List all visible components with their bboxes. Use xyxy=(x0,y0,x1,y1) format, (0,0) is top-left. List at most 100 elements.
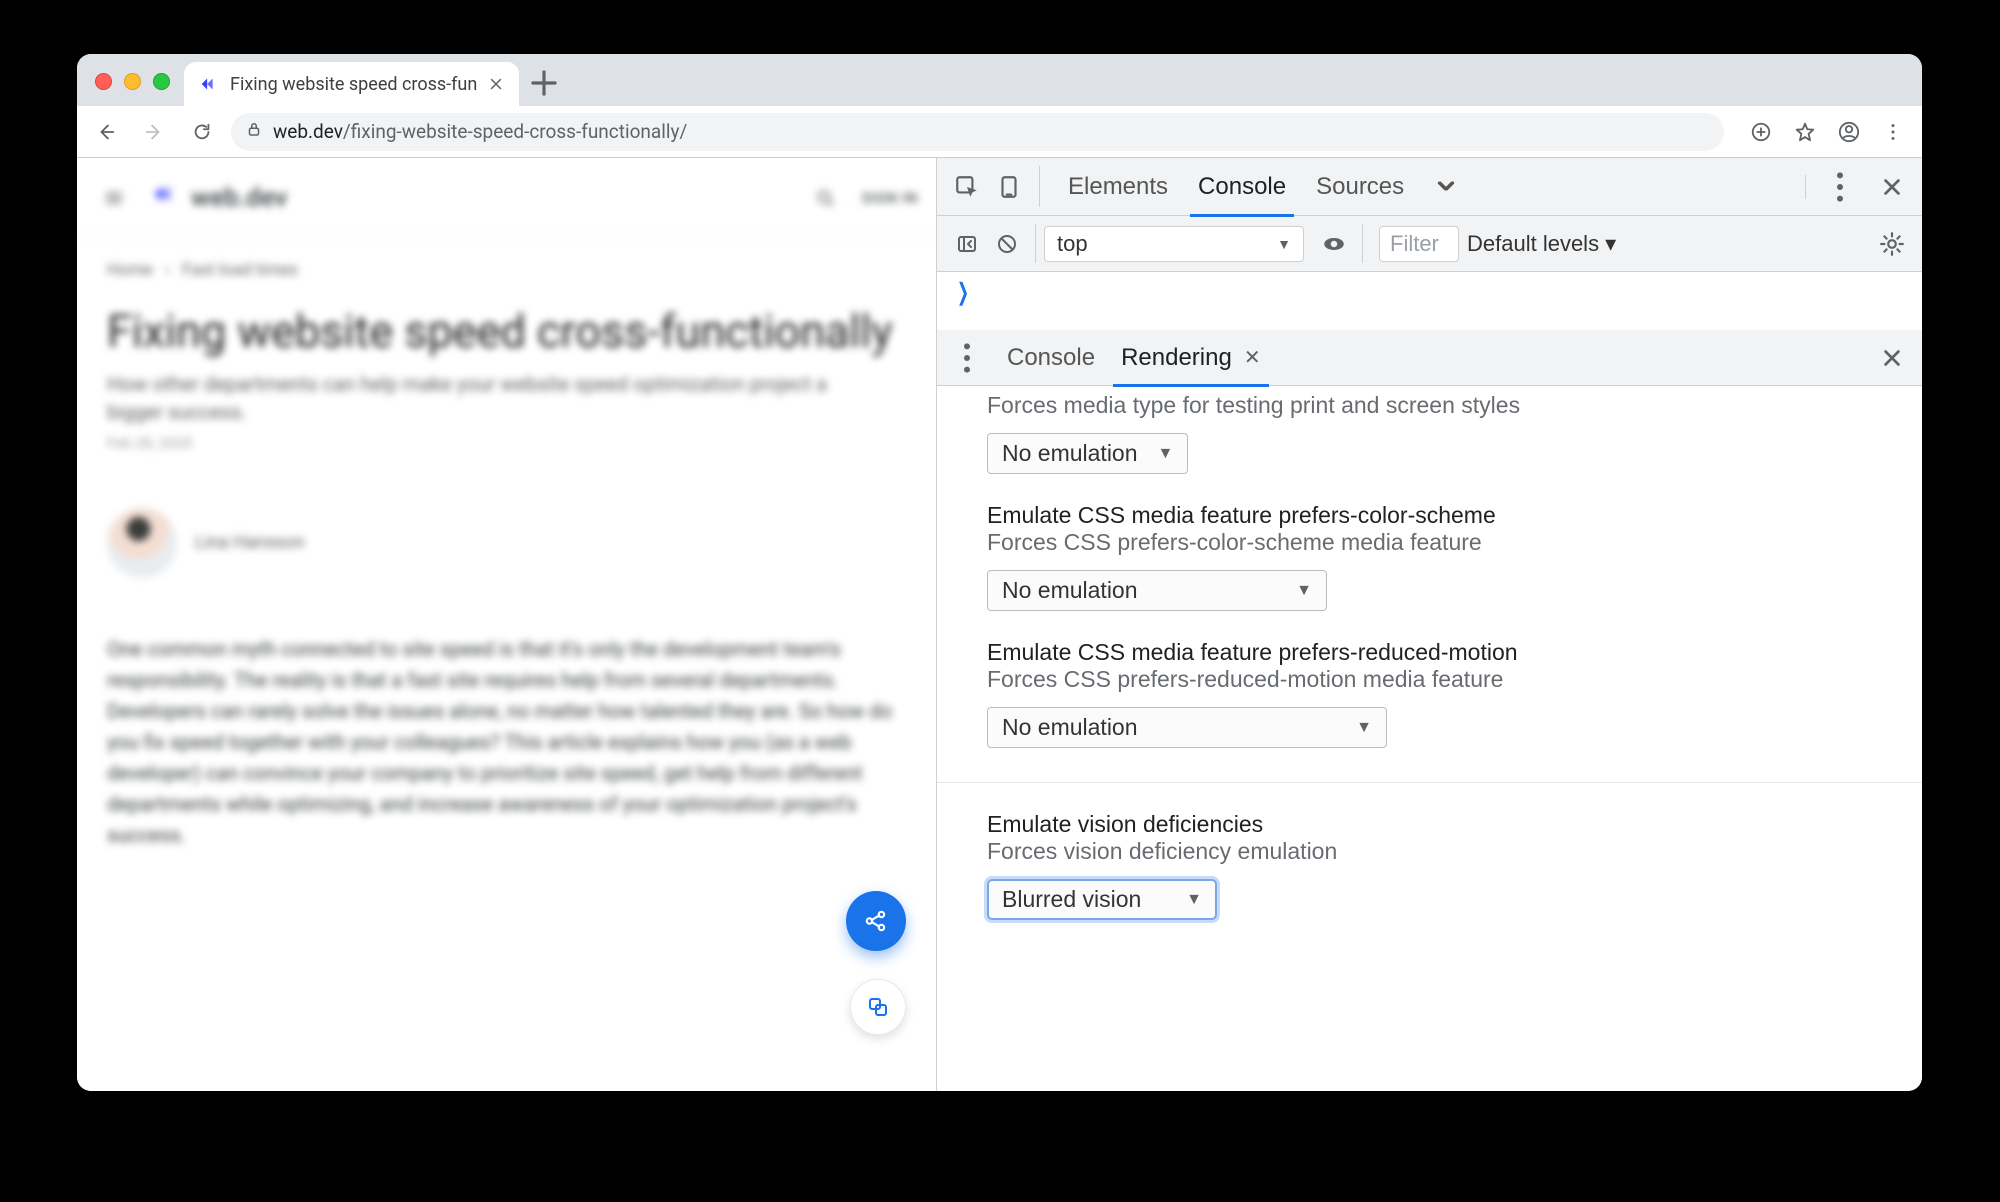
drawer-tab-rendering[interactable]: Rendering ✕ xyxy=(1121,330,1261,386)
console-prompt-icon: ❯ xyxy=(957,278,969,307)
filter-placeholder: Filter xyxy=(1390,231,1439,256)
color-scheme-value: No emulation xyxy=(1002,577,1138,604)
drawer-tab-rendering-label: Rendering xyxy=(1121,344,1232,372)
section-color-scheme: Emulate CSS media feature prefers-color-… xyxy=(987,502,1872,611)
breadcrumb-section[interactable]: Fast load times xyxy=(182,260,298,280)
forward-button[interactable] xyxy=(135,113,173,151)
media-type-desc: Forces media type for testing print and … xyxy=(987,392,1872,419)
execution-context-selector[interactable]: top ▼ xyxy=(1044,226,1304,262)
window-close-button[interactable] xyxy=(95,73,112,90)
browser-tab[interactable]: Fixing website speed cross-fun xyxy=(184,62,519,106)
page-subtitle: How other departments can help make your… xyxy=(107,370,837,426)
site-logo[interactable]: web.dev xyxy=(151,179,287,216)
devtools-close-button[interactable] xyxy=(1872,167,1912,207)
tab-close-button[interactable] xyxy=(487,75,505,93)
devtools-top-right xyxy=(1797,167,1912,207)
console-toolbar: top ▼ Filter Default levels ▾ xyxy=(937,216,1922,272)
media-type-select[interactable]: No emulation ▼ xyxy=(987,433,1188,474)
article: Fixing website speed cross-functionally … xyxy=(77,280,936,891)
console-settings-icon[interactable] xyxy=(1872,224,1912,264)
inspect-element-icon[interactable] xyxy=(947,167,987,207)
chevron-down-icon: ▼ xyxy=(1277,236,1291,252)
window-controls xyxy=(87,73,184,106)
chevron-down-icon: ▼ xyxy=(1158,445,1174,463)
lock-icon xyxy=(245,120,263,143)
section-vision-deficiencies: Emulate vision deficiencies Forces visio… xyxy=(987,811,1872,920)
search-icon[interactable] xyxy=(806,179,844,217)
install-app-icon[interactable] xyxy=(1742,113,1780,151)
tab-strip: Fixing website speed cross-fun xyxy=(77,54,1922,106)
sign-in-button[interactable]: SIGN IN xyxy=(862,189,918,207)
vision-desc: Forces vision deficiency emulation xyxy=(987,838,1872,865)
device-toolbar-icon[interactable] xyxy=(989,167,1029,207)
vision-title: Emulate vision deficiencies xyxy=(987,811,1872,838)
browser-window: Fixing website speed cross-fun web.dev/f… xyxy=(77,54,1922,1091)
drawer-tab-console[interactable]: Console xyxy=(1007,330,1095,386)
url-text: web.dev/fixing-website-speed-cross-funct… xyxy=(273,120,687,143)
article-body: One common myth connected to site speed … xyxy=(107,634,906,851)
content-split: web.dev SIGN IN Home › Fast load times F… xyxy=(77,158,1922,1091)
tab-sources[interactable]: Sources xyxy=(1316,158,1404,216)
devtools-menu-icon[interactable] xyxy=(1820,167,1860,207)
reduced-motion-desc: Forces CSS prefers-reduced-motion media … xyxy=(987,666,1872,693)
color-scheme-select[interactable]: No emulation ▼ xyxy=(987,570,1327,611)
context-label: top xyxy=(1057,231,1088,257)
reduced-motion-select[interactable]: No emulation ▼ xyxy=(987,707,1387,748)
section-reduced-motion: Emulate CSS media feature prefers-reduce… xyxy=(987,639,1872,748)
tab-console[interactable]: Console xyxy=(1198,158,1286,216)
tab-favicon xyxy=(198,73,220,95)
browser-toolbar: web.dev/fixing-website-speed-cross-funct… xyxy=(77,106,1922,158)
author-avatar xyxy=(107,508,177,578)
live-expression-icon[interactable] xyxy=(1314,224,1354,264)
translate-fab[interactable] xyxy=(850,979,906,1035)
breadcrumb-home[interactable]: Home xyxy=(107,260,153,280)
author-name: Lina Hansson xyxy=(195,532,305,553)
section-media-type: Forces media type for testing print and … xyxy=(987,392,1872,474)
console-sidebar-toggle-icon[interactable] xyxy=(947,224,987,264)
window-zoom-button[interactable] xyxy=(153,73,170,90)
clear-console-icon[interactable] xyxy=(987,224,1027,264)
breadcrumb: Home › Fast load times xyxy=(77,238,936,280)
media-type-value: No emulation xyxy=(1002,440,1138,467)
back-button[interactable] xyxy=(87,113,125,151)
drawer-tab-console-label: Console xyxy=(1007,344,1095,372)
logo-mark-icon xyxy=(151,179,181,216)
tab-overflow[interactable] xyxy=(1434,158,1458,216)
bookmark-star-icon[interactable] xyxy=(1786,113,1824,151)
devtools-top-toolbar: Elements Console Sources xyxy=(937,158,1922,216)
vision-select[interactable]: Blurred vision ▼ xyxy=(987,879,1217,920)
address-bar[interactable]: web.dev/fixing-website-speed-cross-funct… xyxy=(231,113,1724,151)
drawer-toolbar: Console Rendering ✕ xyxy=(937,330,1922,386)
publish-date: Feb 28, 2020 xyxy=(107,434,906,452)
devtools-panel: Elements Console Sources xyxy=(937,158,1922,1091)
console-filter-input[interactable]: Filter xyxy=(1379,226,1459,262)
log-levels-selector[interactable]: Default levels ▾ xyxy=(1467,231,1627,257)
color-scheme-title: Emulate CSS media feature prefers-color-… xyxy=(987,502,1872,529)
drawer-menu-icon[interactable] xyxy=(947,338,987,378)
divider xyxy=(1805,175,1806,199)
chevron-down-icon: ▼ xyxy=(1186,891,1202,909)
chevron-down-icon: ▼ xyxy=(1356,719,1372,737)
window-minimize-button[interactable] xyxy=(124,73,141,90)
chevron-down-icon: ▼ xyxy=(1296,582,1312,600)
rendering-panel: Forces media type for testing print and … xyxy=(937,386,1922,1091)
separator xyxy=(937,782,1922,783)
drawer-tab-close-icon[interactable]: ✕ xyxy=(1244,345,1261,370)
reload-button[interactable] xyxy=(183,113,221,151)
new-tab-button[interactable] xyxy=(525,64,563,102)
divider xyxy=(1035,224,1036,263)
reduced-motion-value: No emulation xyxy=(1002,714,1138,741)
url-host: web.dev xyxy=(273,120,343,143)
browser-menu-button[interactable] xyxy=(1874,113,1912,151)
vision-value: Blurred vision xyxy=(1002,886,1141,913)
chevron-right-icon: › xyxy=(165,260,170,280)
hamburger-menu-icon[interactable] xyxy=(95,179,133,217)
tab-elements[interactable]: Elements xyxy=(1068,158,1168,216)
console-output[interactable]: ❯ xyxy=(937,272,1922,330)
devtools-tabs: Elements Console Sources xyxy=(1068,158,1458,216)
share-fab[interactable] xyxy=(846,891,906,951)
profile-avatar-icon[interactable] xyxy=(1830,113,1868,151)
url-path: /fixing-website-speed-cross-functionally… xyxy=(343,120,687,143)
divider xyxy=(1362,224,1363,263)
drawer-close-button[interactable] xyxy=(1872,338,1912,378)
